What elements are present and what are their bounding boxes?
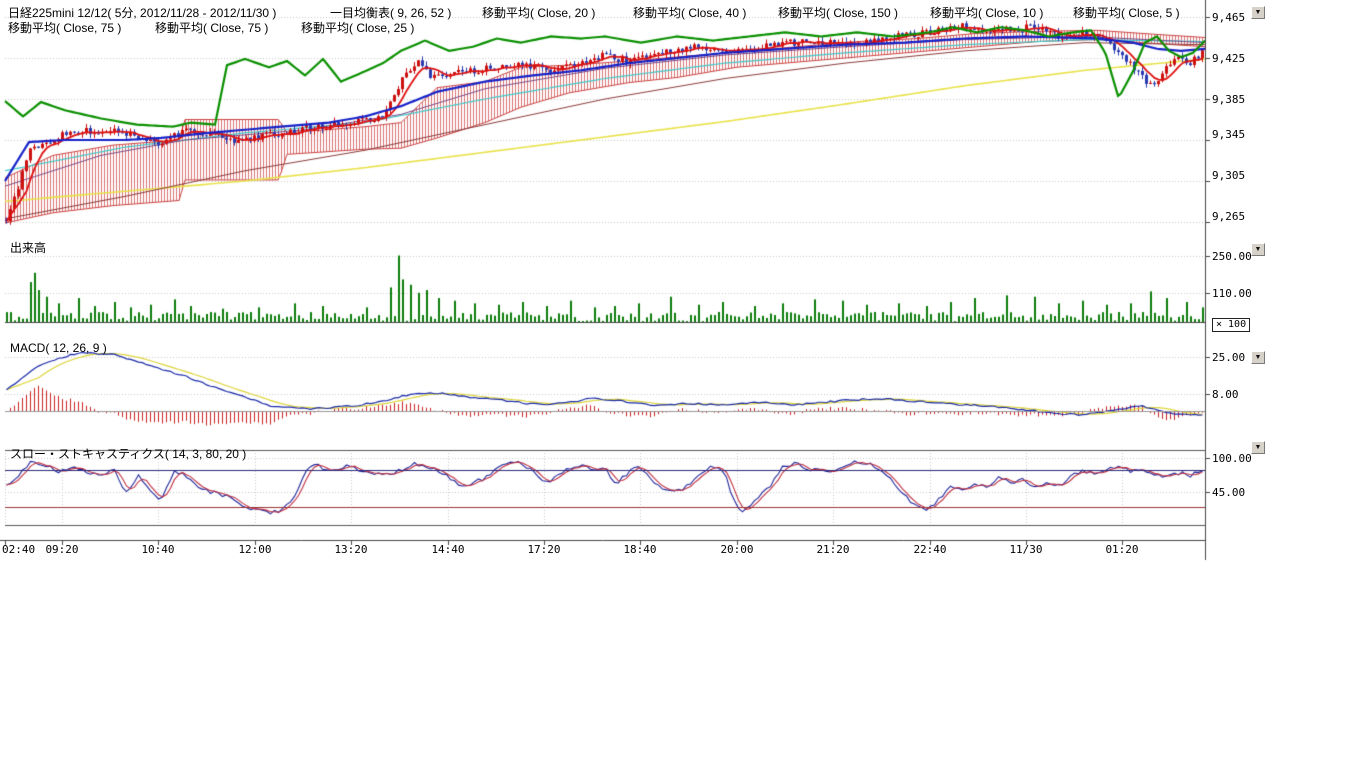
- time-axis-label: 12:00: [235, 543, 275, 556]
- stochastics-axis-tick: 45.00: [1212, 486, 1245, 499]
- time-axis-label: 14:40: [428, 543, 468, 556]
- time-axis-label: 02:40: [2, 543, 38, 556]
- collapse-button-volume[interactable]: ▼: [1251, 243, 1265, 256]
- legend-ma-close-40[interactable]: 移動平均( Close, 40 ): [633, 4, 746, 21]
- price-axis-tick: 9,385: [1212, 93, 1245, 106]
- legend-ma-close-25[interactable]: 移動平均( Close, 25 ): [301, 19, 414, 36]
- legend-ma-close-150[interactable]: 移動平均( Close, 150 ): [778, 4, 898, 21]
- time-axis-label: 21:20: [813, 543, 853, 556]
- legend-ma-close-5[interactable]: 移動平均( Close, 5 ): [1073, 4, 1180, 21]
- time-axis-label: 20:00: [717, 543, 757, 556]
- time-axis-label: 01:20: [1102, 543, 1142, 556]
- stochastics-panel-label[interactable]: スロー・ストキャスティクス( 14, 3, 80, 20 ): [10, 445, 246, 462]
- price-axis-tick: 9,305: [1212, 169, 1245, 182]
- time-axis-label: 10:40: [138, 543, 178, 556]
- chart-window: { "header": { "row1": [ "日経225mini 12/12…: [0, 0, 1366, 768]
- macd-axis-tick: 25.00: [1212, 351, 1245, 364]
- collapse-button-macd[interactable]: ▼: [1251, 351, 1265, 364]
- price-axis-tick: 9,465: [1212, 11, 1245, 24]
- time-axis-label: 11/30: [1006, 543, 1046, 556]
- price-axis-tick: 9,425: [1212, 52, 1245, 65]
- time-axis-label: 09:20: [42, 543, 82, 556]
- volume-unit-badge: × 100: [1212, 318, 1250, 332]
- time-axis-label: 13:20: [331, 543, 371, 556]
- time-axis-label: 18:40: [620, 543, 660, 556]
- legend-ma-close-75-a[interactable]: 移動平均( Close, 75 ): [8, 19, 121, 36]
- legend-ma-close-75-b[interactable]: 移動平均( Close, 75 ): [155, 19, 268, 36]
- macd-panel-label[interactable]: MACD( 12, 26, 9 ): [10, 341, 107, 355]
- price-axis-tick: 9,265: [1212, 210, 1245, 223]
- time-axis-label: 17:20: [524, 543, 564, 556]
- price-axis-tick: 9,345: [1212, 128, 1245, 141]
- volume-axis-tick: 250.00: [1212, 250, 1252, 263]
- chart-plot-area[interactable]: [0, 0, 1366, 768]
- legend-ma-close-10[interactable]: 移動平均( Close, 10 ): [930, 4, 1043, 21]
- macd-axis-tick: 8.00: [1212, 388, 1239, 401]
- volume-axis-tick: 110.00: [1212, 287, 1252, 300]
- volume-panel-label: 出来高: [10, 239, 46, 256]
- collapse-button-price[interactable]: ▼: [1251, 6, 1265, 19]
- collapse-button-stochastics[interactable]: ▼: [1251, 441, 1265, 454]
- time-axis-label: 22:40: [910, 543, 950, 556]
- stochastics-axis-tick: 100.00: [1212, 452, 1252, 465]
- legend-ma-close-20[interactable]: 移動平均( Close, 20 ): [482, 4, 595, 21]
